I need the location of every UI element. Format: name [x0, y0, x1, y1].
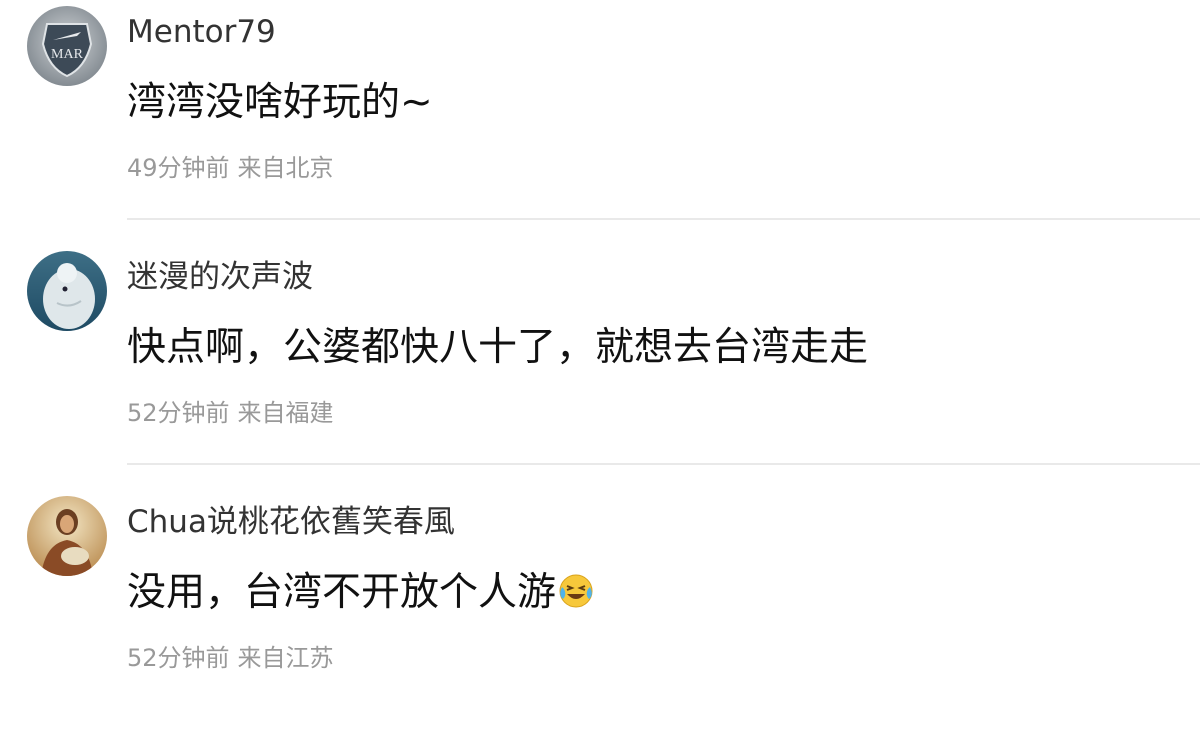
avatar[interactable]: MAR — [27, 6, 107, 86]
comment-meta: 52分钟前 来自江苏 — [127, 642, 334, 674]
comment-meta: 52分钟前 来自福建 — [127, 397, 334, 429]
divider — [127, 463, 1200, 465]
comment-time: 52分钟前 — [127, 399, 230, 427]
comment-location: 来自北京 — [237, 154, 334, 182]
painting-portrait-avatar-icon — [27, 496, 107, 576]
comment-item: 迷漫的次声波 快点啊，公婆都快八十了，就想去台湾走走 52分钟前 来自福建 — [0, 245, 1200, 490]
comment-item: Chua说桃花依舊笑春風 没用，台湾不开放个人游 52分钟前 来自江苏 — [0, 490, 1200, 735]
comment-time: 49分钟前 — [127, 154, 230, 182]
shield-logo-avatar-icon: MAR — [27, 6, 107, 86]
divider — [127, 218, 1200, 220]
comment-location: 来自江苏 — [237, 644, 334, 672]
comment-text-body: 没用，台湾不开放个人游 — [127, 570, 557, 615]
comment-item: MAR Mentor79 湾湾没啥好玩的~ 49分钟前 来自北京 — [0, 0, 1200, 245]
avatar[interactable] — [27, 496, 107, 576]
comment-location: 来自福建 — [237, 399, 334, 427]
username[interactable]: Chua说桃花依舊笑春風 — [127, 502, 455, 542]
comment-meta: 49分钟前 来自北京 — [127, 152, 334, 184]
beluga-avatar-icon — [27, 251, 107, 331]
comment-time: 52分钟前 — [127, 644, 230, 672]
comment-text: 湾湾没啥好玩的~ — [127, 80, 433, 125]
svg-text:MAR: MAR — [51, 47, 84, 62]
username[interactable]: 迷漫的次声波 — [127, 257, 313, 297]
laugh-cry-emoji-icon — [558, 573, 594, 609]
comment-text: 快点啊，公婆都快八十了，就想去台湾走走 — [127, 325, 869, 370]
username[interactable]: Mentor79 — [127, 12, 276, 52]
comment-text: 没用，台湾不开放个人游 — [127, 568, 594, 618]
avatar[interactable] — [27, 251, 107, 331]
